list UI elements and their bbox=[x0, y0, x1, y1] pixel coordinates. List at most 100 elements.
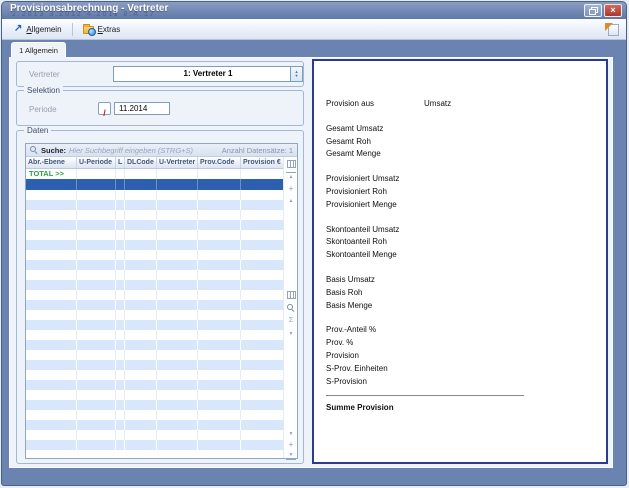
summary-icon[interactable]: Σ bbox=[286, 316, 296, 325]
columns-icon[interactable] bbox=[286, 290, 296, 299]
grid-cell bbox=[26, 410, 77, 420]
filter-icon[interactable]: ▼ bbox=[286, 329, 296, 338]
vertreter-label: Vertreter bbox=[29, 70, 60, 79]
grid-cell bbox=[77, 300, 116, 310]
grid-cell bbox=[125, 320, 157, 330]
grid-cell bbox=[157, 280, 198, 290]
restore-button[interactable] bbox=[584, 4, 602, 17]
grid-cell bbox=[116, 169, 125, 179]
total-row[interactable]: TOTAL >> bbox=[26, 169, 283, 179]
next-row-icon[interactable]: ▼ bbox=[286, 429, 296, 438]
search-icon[interactable] bbox=[286, 303, 296, 312]
grid-cell bbox=[125, 270, 157, 280]
grid-cell bbox=[157, 210, 198, 220]
menu-extras[interactable]: Extras bbox=[78, 22, 126, 36]
grid-cell bbox=[198, 420, 241, 430]
daten-groupbox: Daten Suche: Hier Suchbegriff eingeben (… bbox=[16, 130, 304, 464]
search-input[interactable]: Hier Suchbegriff eingeben (STRG+S) bbox=[69, 146, 193, 155]
grid-cell bbox=[241, 280, 283, 290]
table-row[interactable] bbox=[26, 420, 283, 430]
column-header-6[interactable]: Prov.Code bbox=[198, 157, 241, 168]
grid-cell bbox=[241, 230, 283, 240]
move-down-icon[interactable]: + bbox=[286, 440, 296, 449]
toolbar-separator bbox=[72, 23, 73, 36]
summary-label: Skontoanteil Menge bbox=[326, 250, 397, 259]
vertreter-combobox[interactable]: 1: Vertreter 1 ▲ ▼ bbox=[113, 66, 303, 82]
record-count: Anzahl Datensätze: 1 bbox=[222, 146, 293, 155]
column-header-2[interactable]: U-Periode bbox=[77, 157, 116, 168]
table-row[interactable] bbox=[26, 220, 283, 230]
table-row[interactable] bbox=[26, 330, 283, 340]
close-icon: × bbox=[610, 5, 615, 16]
table-row[interactable] bbox=[26, 390, 283, 400]
column-header-4[interactable]: DLCode bbox=[125, 157, 157, 168]
table-row[interactable] bbox=[26, 200, 283, 210]
menu-extras-label: Extras bbox=[98, 25, 121, 34]
column-header-1[interactable]: Abr.-Ebene bbox=[26, 157, 77, 168]
scroll-to-top-icon[interactable]: ▲ bbox=[286, 172, 296, 181]
grid-cell bbox=[125, 280, 157, 290]
grid-cell bbox=[26, 310, 77, 320]
grid-cell bbox=[125, 350, 157, 360]
summary-label: Summe Provision bbox=[326, 403, 394, 412]
table-row[interactable] bbox=[26, 310, 283, 320]
table-row[interactable] bbox=[26, 260, 283, 270]
periode-input[interactable]: 11.2014 bbox=[114, 102, 170, 115]
table-row[interactable] bbox=[26, 410, 283, 420]
grid-cell bbox=[125, 300, 157, 310]
table-row[interactable] bbox=[26, 210, 283, 220]
column-header-7[interactable]: Provision € bbox=[241, 157, 283, 168]
close-button[interactable]: × bbox=[604, 4, 622, 17]
table-row[interactable] bbox=[26, 230, 283, 240]
grid-cell bbox=[198, 340, 241, 350]
summary-label: Provision bbox=[326, 351, 359, 360]
data-grid: Suche: Hier Suchbegriff eingeben (STRG+S… bbox=[25, 143, 298, 459]
summary-row: Gesamt Umsatz bbox=[326, 124, 596, 135]
table-row[interactable] bbox=[26, 270, 283, 280]
summary-label: Provision aus bbox=[326, 99, 374, 108]
column-header-3[interactable]: L bbox=[116, 157, 125, 168]
vertreter-spinner[interactable]: ▲ ▼ bbox=[290, 67, 302, 81]
previous-row-icon[interactable]: ▲ bbox=[286, 196, 296, 205]
table-row[interactable] bbox=[26, 360, 283, 370]
menu-allgemein[interactable]: ↗ Allgemein bbox=[9, 22, 67, 36]
table-row[interactable] bbox=[26, 300, 283, 310]
table-row[interactable] bbox=[26, 250, 283, 260]
grid-cell bbox=[125, 169, 157, 179]
grid-nav-strip[interactable]: ▲ + ▲ Σ ▼ ▼ + ▼ bbox=[283, 157, 297, 458]
column-header-5[interactable]: U-Vertreter bbox=[157, 157, 198, 168]
scroll-to-bottom-icon[interactable]: ▼ bbox=[286, 451, 296, 460]
grid-cell bbox=[157, 240, 198, 250]
table-row[interactable] bbox=[26, 350, 283, 360]
summary-row: Basis Umsatz bbox=[326, 275, 596, 286]
table-row[interactable] bbox=[26, 440, 283, 450]
table-row[interactable] bbox=[26, 370, 283, 380]
periode-picker-button[interactable]: / bbox=[98, 102, 111, 115]
column-chooser-icon[interactable] bbox=[286, 159, 296, 168]
selected-row[interactable] bbox=[26, 179, 283, 190]
grid-search-bar[interactable]: Suche: Hier Suchbegriff eingeben (STRG+S… bbox=[26, 144, 297, 157]
exit-form-button[interactable] bbox=[605, 23, 619, 36]
table-row[interactable] bbox=[26, 290, 283, 300]
grid-cell bbox=[198, 360, 241, 370]
grid-cell bbox=[125, 400, 157, 410]
grid-cell bbox=[26, 250, 77, 260]
summary-label: Basis Roh bbox=[326, 288, 362, 297]
table-row[interactable] bbox=[26, 320, 283, 330]
table-row[interactable] bbox=[26, 240, 283, 250]
table-row[interactable] bbox=[26, 280, 283, 290]
grid-cell bbox=[26, 340, 77, 350]
table-row[interactable] bbox=[26, 430, 283, 440]
tab-allgemein[interactable]: 1 Allgemein bbox=[11, 42, 66, 58]
summary-label: Provisioniert Roh bbox=[326, 187, 387, 196]
table-row[interactable] bbox=[26, 400, 283, 410]
table-row[interactable] bbox=[26, 340, 283, 350]
grid-cell bbox=[157, 220, 198, 230]
grid-cell bbox=[157, 230, 198, 240]
table-row[interactable] bbox=[26, 380, 283, 390]
table-row[interactable] bbox=[26, 190, 283, 200]
grid-cell bbox=[77, 370, 116, 380]
grid-cell: TOTAL >> bbox=[26, 169, 77, 179]
move-up-icon[interactable]: + bbox=[286, 184, 296, 193]
folder-icon bbox=[83, 26, 94, 34]
